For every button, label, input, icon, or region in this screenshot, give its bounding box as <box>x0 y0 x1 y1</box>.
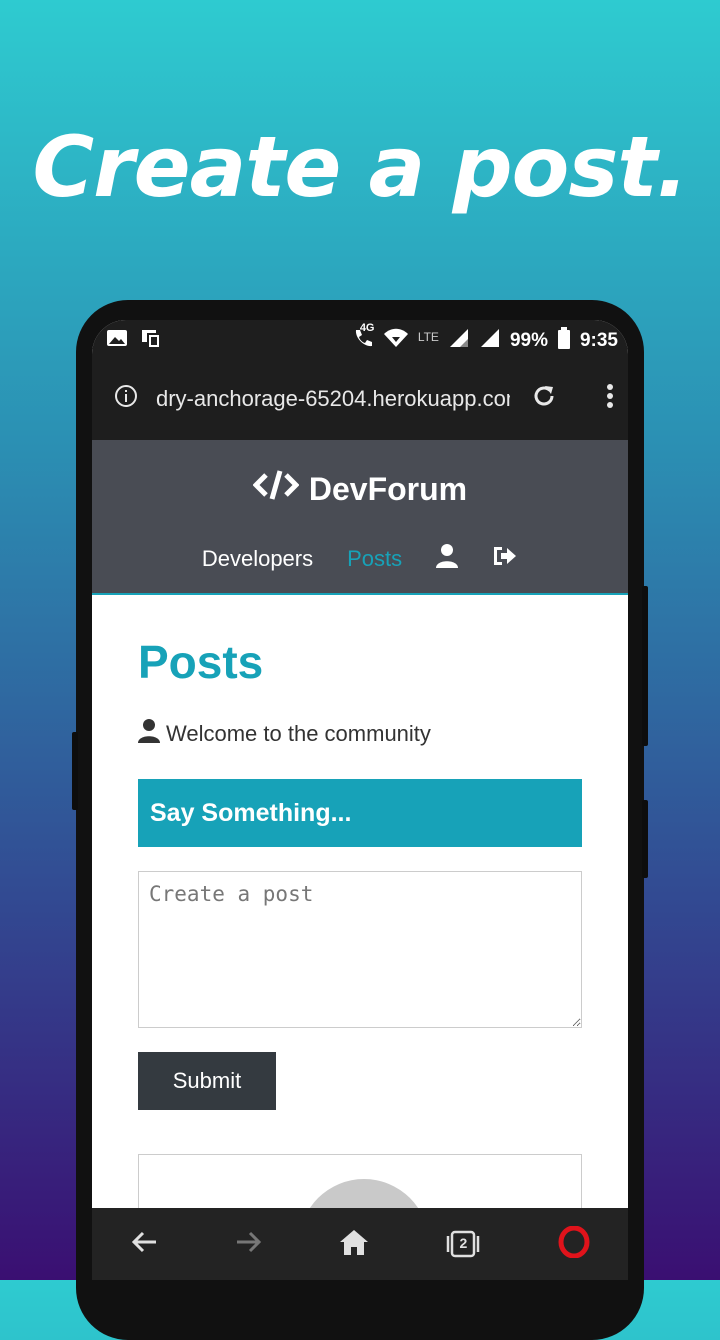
url-text[interactable]: dry-anchorage-65204.herokuapp.com/posts <box>156 386 510 412</box>
user-icon[interactable] <box>436 544 459 574</box>
signal-icon-1 <box>448 328 470 354</box>
screen-mirror-icon <box>140 328 164 356</box>
tabs-count: 2 <box>459 1235 468 1251</box>
lead-label: Welcome to the community <box>166 721 431 746</box>
submit-button[interactable]: Submit <box>138 1052 276 1110</box>
back-arrow-icon[interactable] <box>130 1230 158 1259</box>
nav-link-posts[interactable]: Posts <box>347 546 402 572</box>
user-icon-lead <box>138 719 160 749</box>
browser-url-bar: dry-anchorage-65204.herokuapp.com/posts <box>92 358 628 440</box>
battery-icon <box>557 327 571 355</box>
main-content: Posts Welcome to the community Say Somet… <box>92 635 628 1110</box>
phone-side-button-right-lower <box>642 800 648 878</box>
phone-screen: 4G LTE 99% 9:35 dry-anchorage-65204.hero… <box>92 320 628 1280</box>
wifi-icon <box>383 328 409 354</box>
post-textarea[interactable] <box>138 871 582 1028</box>
phone-side-button-right-upper <box>642 586 648 746</box>
post-form-header-label: Say Something... <box>150 798 352 827</box>
gallery-icon <box>106 328 128 356</box>
reload-icon[interactable] <box>530 382 558 416</box>
clock: 9:35 <box>579 330 618 351</box>
battery-percentage: 99% <box>509 330 548 351</box>
post-form-header: Say Something... <box>138 779 582 847</box>
signal-icon-2 <box>479 328 501 354</box>
network-4g-label: 4G <box>359 322 375 334</box>
home-icon[interactable] <box>339 1228 369 1261</box>
page-title: Posts <box>138 636 264 688</box>
nav-links: Developers Posts <box>92 544 628 574</box>
logout-icon[interactable] <box>492 545 518 573</box>
lead-text: Welcome to the community <box>138 719 582 749</box>
browser-bottom-bar: 2 <box>92 1208 628 1280</box>
promo-title: Create a post. <box>32 118 689 216</box>
info-icon[interactable] <box>114 384 138 414</box>
network-lte-label: LTE <box>417 330 439 344</box>
phone-side-button-left <box>72 732 78 810</box>
code-icon <box>252 468 300 510</box>
more-options-icon[interactable] <box>606 383 614 415</box>
brand-link[interactable]: DevForum <box>92 440 628 510</box>
opera-menu-icon[interactable] <box>558 1225 590 1263</box>
brand-name: DevForum <box>308 470 468 507</box>
wifi-call-icon: 4G <box>352 322 375 355</box>
tabs-icon[interactable]: 2 <box>445 1229 481 1259</box>
status-bar: 4G LTE 99% 9:35 <box>92 320 628 358</box>
nav-link-developers[interactable]: Developers <box>202 546 313 572</box>
site-navbar: DevForum Developers Posts <box>92 440 628 595</box>
forward-arrow-icon[interactable] <box>235 1230 263 1259</box>
